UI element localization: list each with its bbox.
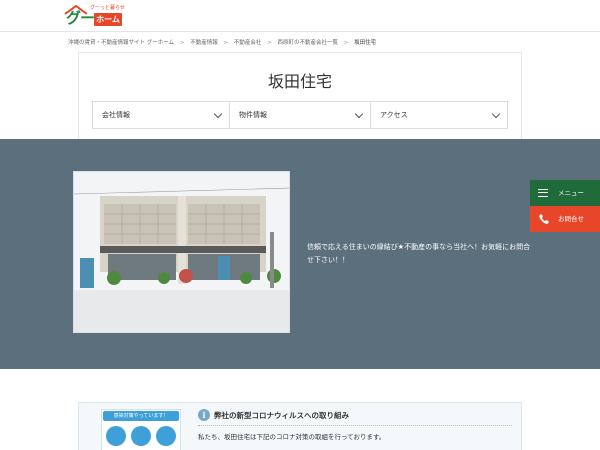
breadcrumb-separator: > [343,40,349,46]
hamburger-icon [538,189,548,197]
floating-menu-label: メニュー [558,189,584,197]
info-icon: i [198,409,210,421]
company-description: 信頼で応える住まいの縁結び★不動産の事なら当社へ！お気軽にお問合せ下さい！！ [307,243,531,264]
floating-contact-label: お問合せ [558,215,584,223]
nav-tab-properties[interactable]: 物件情報 [230,102,371,128]
nav-tab-label: 会社情報 [102,111,130,119]
site-header: グー グーっと暮らせ ホーム [0,0,600,32]
logo-text-home: ホーム [94,13,122,26]
handwash-icon [131,426,151,446]
storefront-illustration [74,172,289,332]
page-title: 坂田住宅 [267,72,332,91]
covid-heading: 弊社の新型コロナウィルスへの取り組み [214,411,349,420]
nav-tab-company-info[interactable]: 会社情報 [93,102,230,128]
chevron-down-icon [213,109,223,119]
chevron-down-icon [354,109,364,119]
logo-tagline: グーっと暮らせ [90,5,125,11]
nav-tab-access[interactable]: アクセス [371,102,507,128]
breadcrumb-separator: > [179,40,185,46]
storefront-photo [73,171,290,333]
breadcrumb-item-top[interactable]: 沖縄の賃貸・不動産情報サイト グーホーム [68,38,174,46]
breadcrumb-item-current: 坂田住宅 [354,40,377,46]
breadcrumb-separator: > [267,40,272,46]
company-nav: 会社情報 物件情報 アクセス [92,101,508,129]
mask-icon [106,426,126,446]
breadcrumb-item-area-list[interactable]: 西原町の不動産会社一覧 [277,38,338,46]
nav-tab-label: 物件情報 [239,111,267,119]
covid-icon-row [106,426,176,446]
phone-icon [539,214,549,224]
divider [198,425,512,426]
disinfect-icon [156,426,176,446]
site-logo[interactable]: グー グーっと暮らせ ホーム [64,3,128,29]
covid-badge: 感染対策やっています！ [103,411,179,421]
breadcrumb-separator: > [223,40,229,46]
floating-contact-button[interactable]: お問合せ [530,206,600,232]
breadcrumb: 沖縄の賃貸・不動産情報サイト グーホーム > 不動産情報 > 不動産会社 > 西… [68,38,568,48]
floating-menu-button[interactable]: メニュー [530,180,600,206]
covid-body-text: 私たち、坂田住宅は下記のコロナ対策の取組を行っております。 [198,433,386,441]
breadcrumb-item-realestate[interactable]: 不動産情報 [190,38,218,46]
chevron-down-icon [491,109,501,119]
nav-tab-label: アクセス [380,111,408,119]
breadcrumb-item-companies[interactable]: 不動産会社 [234,38,262,46]
